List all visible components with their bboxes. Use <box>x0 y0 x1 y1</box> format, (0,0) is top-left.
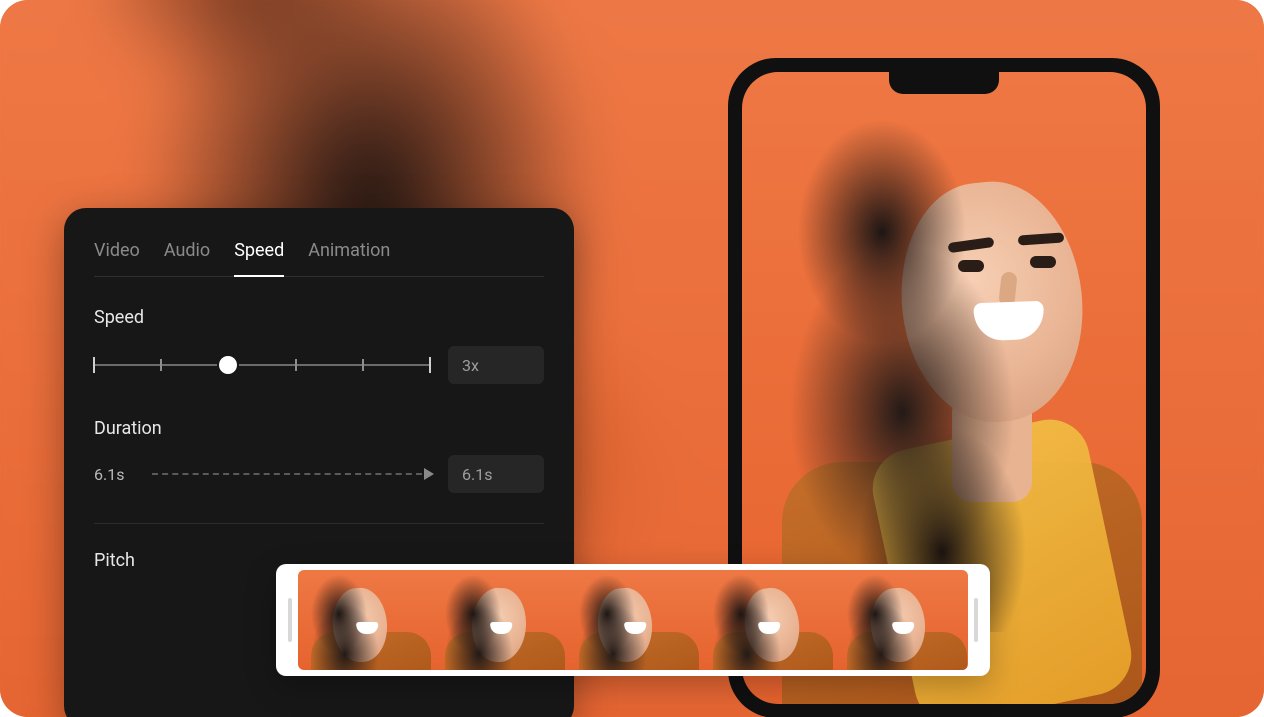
tab-animation[interactable]: Animation <box>308 232 390 277</box>
tab-audio[interactable]: Audio <box>164 232 210 277</box>
duration-to-input[interactable]: 6.1s <box>448 455 544 493</box>
tab-video[interactable]: Video <box>94 232 140 277</box>
panel-divider <box>94 523 544 524</box>
duration-from-value: 6.1s <box>94 465 138 484</box>
speed-section-label: Speed <box>94 307 544 328</box>
editor-stage: Video Audio Speed Animation Speed 3x Dur… <box>0 0 1264 717</box>
clip-thumbnails[interactable] <box>298 570 968 670</box>
clip-thumbnail-frame <box>432 570 566 670</box>
arrow-right-icon <box>152 466 434 482</box>
speed-value-input[interactable]: 3x <box>448 346 544 384</box>
duration-section-label: Duration <box>94 418 544 439</box>
timeline-clip[interactable] <box>276 564 990 676</box>
clip-thumbnail-frame <box>834 570 968 670</box>
speed-slider-thumb[interactable] <box>219 356 237 374</box>
clip-thumbnail-frame <box>700 570 834 670</box>
tab-speed[interactable]: Speed <box>234 232 284 277</box>
duration-row: 6.1s 6.1s <box>94 455 544 493</box>
settings-tabs: Video Audio Speed Animation <box>94 232 544 277</box>
speed-row: 3x <box>94 346 544 384</box>
clip-thumbnail-frame <box>566 570 700 670</box>
speed-slider[interactable] <box>94 349 430 381</box>
clip-thumbnail-frame <box>298 570 432 670</box>
clip-trim-handle-left[interactable] <box>288 598 292 642</box>
clip-trim-handle-right[interactable] <box>974 598 978 642</box>
